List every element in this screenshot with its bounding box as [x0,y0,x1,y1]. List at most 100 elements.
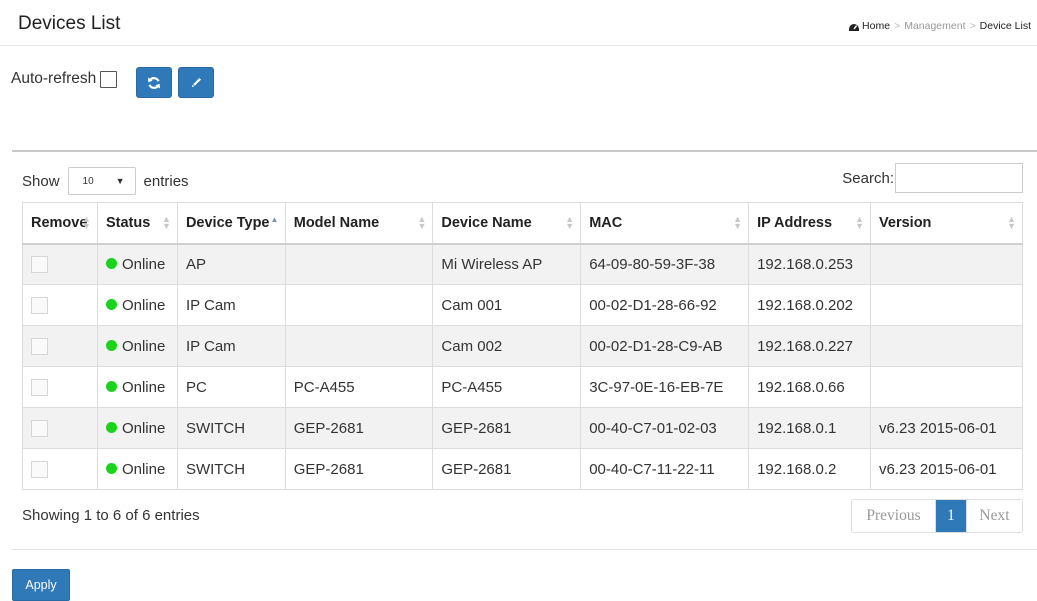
sort-icon: ▲ ▼ [162,213,171,231]
pagination: Previous 1 Next [851,499,1023,533]
sort-ascending-icon: ▲ [270,214,279,224]
model-name-cell: PC-A455 [284,366,434,408]
edit-button[interactable] [178,67,214,98]
breadcrumb-separator: > [894,20,901,32]
column-header-label: IP Address [757,214,833,231]
status-cell: Online [96,284,178,326]
column-header-label: Remove [31,214,88,231]
status-online-icon [105,463,117,475]
status-cell: Online [96,366,178,408]
column-header-label: Status [105,214,151,231]
breadcrumb-separator: > [969,20,976,32]
device-name-cell: Mi Wireless AP [432,243,582,285]
breadcrumb-management[interactable]: Management [904,20,965,32]
device-type-cell: SWITCH [176,407,286,449]
model-name-cell: GEP-2681 [284,448,434,490]
status-text: Online [121,378,166,396]
mac-cell: 00-40-C7-01-02-03 [580,407,750,449]
device-name-cell: GEP-2681 [432,448,582,490]
apply-button[interactable]: Apply [12,569,70,601]
status-online-icon [105,299,117,311]
mac-cell: 64-09-80-59-3F-38 [580,243,750,285]
remove-checkbox[interactable] [31,419,48,437]
table-body: Online AP Mi Wireless AP 64-09-80-59-3F-38 1… [22,243,1023,490]
column-header-ip-address[interactable]: IP Address ▲ ▼ [748,202,872,245]
auto-refresh-control: Auto-refresh [11,70,118,88]
auto-refresh-checkbox[interactable] [100,70,118,88]
device-type-cell: AP [176,243,286,285]
table-info: Showing 1 to 6 of 6 entries [22,507,200,524]
refresh-icon [148,76,160,89]
mac-cell: 00-02-D1-28-C9-AB [580,325,750,367]
breadcrumb: Home > Management > Device List [848,20,1031,32]
entries-select-value: 10 [82,175,94,187]
model-name-cell [284,325,434,367]
table-row: Online SWITCH GEP-2681 GEP-2681 00-40-C7-01-… [22,407,1023,449]
breadcrumb-home-label: Home [862,20,891,32]
status-text: Online [121,296,166,314]
column-header-model-name[interactable]: Model Name ▲ ▼ [284,202,434,245]
remove-checkbox[interactable] [31,337,48,355]
entries-select[interactable]: 10 ▼ [67,167,136,195]
remove-cell [22,325,98,367]
version-cell [870,366,1023,408]
table-row: Online IP Cam Cam 001 00-02-D1-28-66-92 192.… [22,284,1023,326]
device-name-cell: GEP-2681 [432,407,582,449]
column-header-device-type[interactable]: Device Type▲ [176,202,286,245]
status-online-icon [105,381,117,393]
table-header-row: Remove ▲ ▼ Status ▲ ▼ Device Type▲ Model Name ▲ ▼… [22,202,1023,245]
mac-cell: 3C-97-0E-16-EB-7E [580,366,750,408]
status-text: Online [121,419,166,437]
ip-cell: 192.168.0.1 [748,407,872,449]
column-header-label: MAC [589,214,623,231]
entries-label: entries [143,172,189,190]
version-cell [870,243,1023,285]
remove-checkbox[interactable] [31,256,48,274]
column-header-mac[interactable]: MAC ▲ ▼ [580,202,750,245]
search-label: Search: [842,169,894,187]
status-cell: Online [96,325,178,367]
remove-checkbox[interactable] [31,378,48,396]
device-type-cell: IP Cam [176,284,286,326]
version-cell [870,325,1023,367]
device-type-cell: IP Cam [176,325,286,367]
auto-refresh-label: Auto-refresh [11,70,97,87]
sort-icon: ▲ ▼ [1007,213,1016,231]
sort-icon: ▲ ▼ [417,213,427,231]
pencil-icon [191,78,201,88]
column-header-device-name[interactable]: Device Name ▲ ▼ [432,202,582,245]
table-search: Search: [842,163,1023,193]
remove-checkbox[interactable] [31,296,48,314]
ip-cell: 192.168.0.2 [748,448,872,490]
model-name-cell: GEP-2681 [284,407,434,449]
next-page-button[interactable]: Next [966,500,1022,532]
model-name-cell [284,284,434,326]
status-cell: Online [96,448,178,490]
remove-cell [22,366,98,408]
page-title: Devices List [18,13,121,34]
show-label: Show [22,172,60,190]
version-cell: v6.23 2015-06-01 [870,448,1023,490]
column-header-version[interactable]: Version ▲ ▼ [870,202,1023,245]
mac-cell: 00-40-C7-11-22-11 [580,448,750,490]
version-cell: v6.23 2015-06-01 [870,407,1023,449]
column-header-label: Version [879,214,932,231]
table-row: Online IP Cam Cam 002 00-02-D1-28-C9-AB 192.… [22,325,1023,367]
device-name-cell: Cam 002 [432,325,582,367]
column-header-remove[interactable]: Remove ▲ ▼ [22,202,98,245]
model-name-cell [284,243,434,285]
previous-page-button[interactable]: Previous [852,500,936,532]
page-length-control: Show 10 ▼ entries [22,167,189,195]
column-header-status[interactable]: Status ▲ ▼ [96,202,178,245]
device-type-cell: PC [176,366,286,408]
devices-table: Remove ▲ ▼ Status ▲ ▼ Device Type▲ Model Name ▲ ▼… [22,202,1023,490]
remove-checkbox[interactable] [31,460,48,478]
chevron-down-icon: ▼ [115,176,125,186]
refresh-button[interactable] [136,67,172,98]
status-cell: Online [96,243,178,285]
table-row: Online SWITCH GEP-2681 GEP-2681 00-40-C7-11-… [22,448,1023,490]
breadcrumb-home[interactable]: Home [848,20,890,32]
table-row: Online PC PC-A455 PC-A455 3C-97-0E-16-EB-7E 1… [22,366,1023,408]
page-1-button[interactable]: 1 [936,500,966,532]
search-input[interactable] [895,163,1023,193]
